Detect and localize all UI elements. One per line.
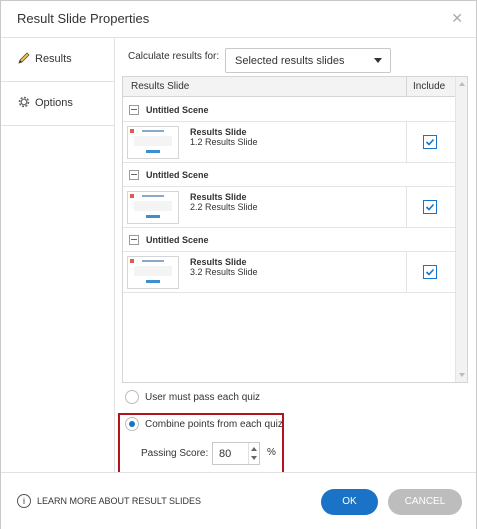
percent-unit: %	[267, 447, 276, 458]
table-row[interactable]: Results Slide 1.2 Results Slide	[123, 121, 455, 163]
slide-thumbnail	[127, 126, 179, 159]
scene-row[interactable]: Untitled Scene	[123, 229, 455, 251]
slide-title: Results Slide	[190, 257, 247, 267]
sidebar-item-options[interactable]: Options	[1, 82, 114, 126]
gear-icon	[18, 96, 30, 108]
learn-more-link[interactable]: LEARN MORE ABOUT RESULT SLIDES	[37, 496, 201, 506]
increment-icon[interactable]	[251, 447, 257, 451]
sidebar-item-label: Results	[35, 53, 72, 65]
pass-each-quiz-radio[interactable]	[125, 390, 139, 404]
column-divider	[406, 252, 407, 292]
passing-score-label: Passing Score:	[141, 448, 209, 459]
include-checkbox[interactable]	[423, 265, 437, 279]
include-checkbox[interactable]	[423, 135, 437, 149]
pencil-icon	[18, 52, 30, 64]
slide-thumbnail	[127, 256, 179, 289]
scene-name: Untitled Scene	[146, 235, 209, 245]
close-icon[interactable]: ✕	[451, 10, 463, 27]
stepper-buttons	[248, 443, 259, 464]
combine-points-radio[interactable]	[125, 417, 139, 431]
decrement-icon[interactable]	[251, 456, 257, 460]
slide-title: Results Slide	[190, 192, 247, 202]
scene-name: Untitled Scene	[146, 105, 209, 115]
slide-subtitle: 2.2 Results Slide	[190, 202, 258, 212]
ok-button[interactable]: OK	[321, 489, 378, 515]
slide-thumbnail	[127, 191, 179, 224]
result-slide-properties-dialog: Result Slide Properties ✕ Results Option…	[0, 0, 477, 529]
include-checkbox[interactable]	[423, 200, 437, 214]
column-divider	[406, 122, 407, 162]
checkmark-icon	[425, 203, 435, 211]
pass-each-quiz-label: User must pass each quiz	[145, 392, 261, 403]
column-divider	[406, 77, 407, 96]
scene-row[interactable]: Untitled Scene	[123, 164, 455, 186]
sidebar-item-results[interactable]: Results	[1, 38, 114, 82]
combine-points-label: Combine points from each quiz	[145, 419, 283, 430]
sidebar-item-label: Options	[35, 97, 73, 109]
cancel-button[interactable]: CANCEL	[388, 489, 462, 515]
dialog-title: Result Slide Properties	[17, 11, 150, 26]
scroll-up-icon[interactable]	[459, 82, 465, 86]
dialog-footer: LEARN MORE ABOUT RESULT SLIDES OK CANCEL	[1, 472, 476, 529]
scroll-down-icon[interactable]	[459, 373, 465, 377]
column-header-include: Include	[413, 81, 446, 92]
info-icon	[17, 494, 31, 508]
passing-score-value: 80	[219, 448, 232, 460]
calculate-results-label: Calculate results for:	[128, 51, 220, 62]
table-row[interactable]: Results Slide 2.2 Results Slide	[123, 186, 455, 228]
collapse-icon[interactable]	[129, 235, 139, 245]
slide-title: Results Slide	[190, 127, 247, 137]
collapse-icon[interactable]	[129, 105, 139, 115]
collapse-icon[interactable]	[129, 170, 139, 180]
results-slide-grid: Results Slide Include Untitled Scene Res…	[122, 76, 468, 383]
column-divider	[406, 187, 407, 227]
calculate-results-dropdown[interactable]: Selected results slides	[225, 48, 391, 73]
scene-name: Untitled Scene	[146, 170, 209, 180]
column-header-results-slide: Results Slide	[131, 81, 190, 92]
dropdown-value: Selected results slides	[235, 55, 345, 67]
checkmark-icon	[425, 138, 435, 146]
scene-row[interactable]: Untitled Scene	[123, 99, 455, 121]
title-bar: Result Slide Properties ✕	[1, 1, 476, 38]
chevron-down-icon	[374, 58, 382, 63]
passing-score-stepper[interactable]: 80	[212, 442, 260, 465]
grid-scrollbar[interactable]	[455, 77, 467, 382]
table-row[interactable]: Results Slide 3.2 Results Slide	[123, 251, 455, 293]
grid-header: Results Slide Include	[123, 77, 455, 97]
sidebar: Results Options	[1, 38, 115, 472]
slide-subtitle: 3.2 Results Slide	[190, 267, 258, 277]
slide-subtitle: 1.2 Results Slide	[190, 137, 258, 147]
checkmark-icon	[425, 268, 435, 276]
